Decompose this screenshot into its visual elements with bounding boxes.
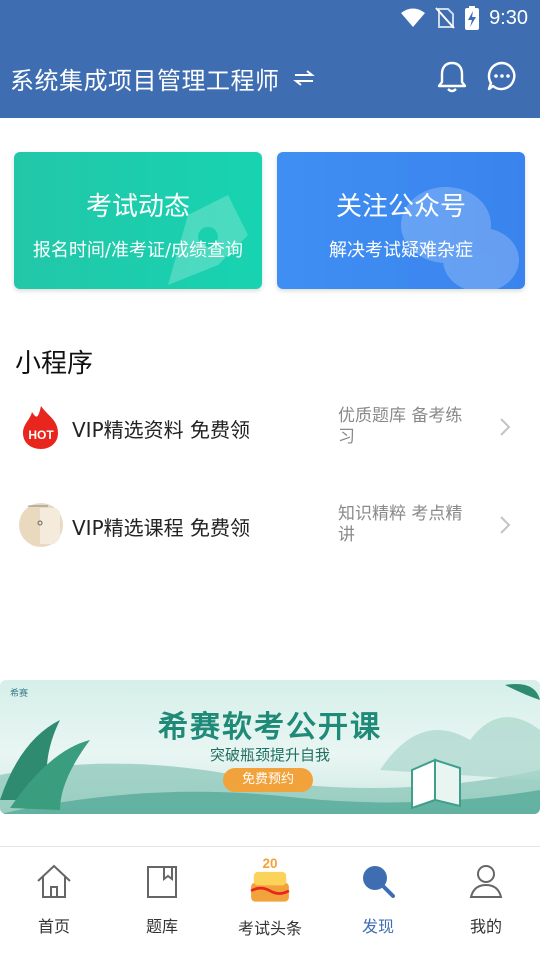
- chevron-right-icon: [500, 418, 511, 436]
- status-time: 9:30: [489, 6, 528, 29]
- no-sim-icon: [435, 7, 455, 29]
- svg-text:HOT: HOT: [28, 428, 54, 442]
- tab-label: 我的: [469, 917, 502, 936]
- exam-news-title: 考试动态: [85, 192, 190, 222]
- wifi-icon: [401, 8, 426, 27]
- mini-program-desc: 知识精粹 考点精讲: [338, 504, 463, 545]
- course-avatar-icon: [19, 503, 63, 547]
- mini-program-item[interactable]: VIP精选课程 免费领 知识精粹 考点精讲: [0, 490, 540, 562]
- search-icon: [363, 866, 395, 898]
- free-reserve-button[interactable]: 免费预约: [223, 768, 313, 792]
- app-header: 9:30 系统集成项目管理工程师: [0, 0, 540, 118]
- tab-exam-headlines[interactable]: 20 考试头条: [216, 847, 324, 947]
- chevron-right-icon: [500, 516, 511, 534]
- swap-arrows-icon[interactable]: [292, 66, 316, 90]
- mini-program-desc: 优质题库 备考练习: [338, 406, 463, 447]
- app-title[interactable]: 系统集成项目管理工程师: [10, 61, 280, 96]
- mini-program-item[interactable]: HOT VIP精选资料 免费领 优质题库 备考练习: [0, 392, 540, 464]
- bell-icon[interactable]: [436, 60, 468, 94]
- user-icon: [469, 865, 503, 898]
- mini-program-name: VIP精选资料 免费领: [72, 418, 250, 442]
- banner-subtitle: 突破瓶颈提升自我: [209, 746, 330, 764]
- tab-label: 发现: [361, 917, 394, 936]
- exam-news-card[interactable]: 考试动态 报名时间/准考证/成绩查询: [14, 152, 262, 289]
- tab-question-bank[interactable]: 题库: [108, 847, 216, 947]
- tab-home[interactable]: 首页: [0, 847, 108, 947]
- battery-charging-icon: [465, 6, 480, 30]
- follow-account-title: 关注公众号: [335, 192, 466, 222]
- question-bank-icon: [147, 866, 177, 898]
- banner-logo: 希赛: [10, 689, 29, 699]
- tab-discover[interactable]: 发现: [324, 847, 432, 947]
- svg-text:20: 20: [262, 856, 277, 871]
- hot-flame-icon: HOT: [23, 406, 58, 449]
- bottom-tab-bar: 首页 题库 20 考试头条 发现 我的: [0, 846, 540, 960]
- cake-icon: 20: [250, 856, 290, 902]
- banner-title: 希赛软考公开课: [158, 710, 382, 745]
- tab-label: 考试头条: [237, 919, 302, 938]
- chat-bubble-icon[interactable]: [486, 60, 518, 94]
- home-icon: [37, 864, 71, 898]
- tab-mine[interactable]: 我的: [432, 847, 540, 947]
- mini-program-section-title: 小程序: [15, 349, 94, 379]
- mini-program-name: VIP精选课程 免费领: [72, 516, 250, 540]
- open-class-banner[interactable]: 希赛 希赛软考公开课 突破瓶颈提升自我 免费预约: [0, 680, 540, 814]
- status-bar: 9:30: [0, 0, 540, 38]
- tab-label: 首页: [37, 917, 70, 936]
- tab-label: 题库: [145, 917, 178, 936]
- follow-account-card[interactable]: 关注公众号 解决考试疑难杂症: [277, 152, 525, 289]
- exam-news-subtitle: 报名时间/准考证/成绩查询: [32, 240, 244, 261]
- follow-account-subtitle: 解决考试疑难杂症: [329, 240, 473, 261]
